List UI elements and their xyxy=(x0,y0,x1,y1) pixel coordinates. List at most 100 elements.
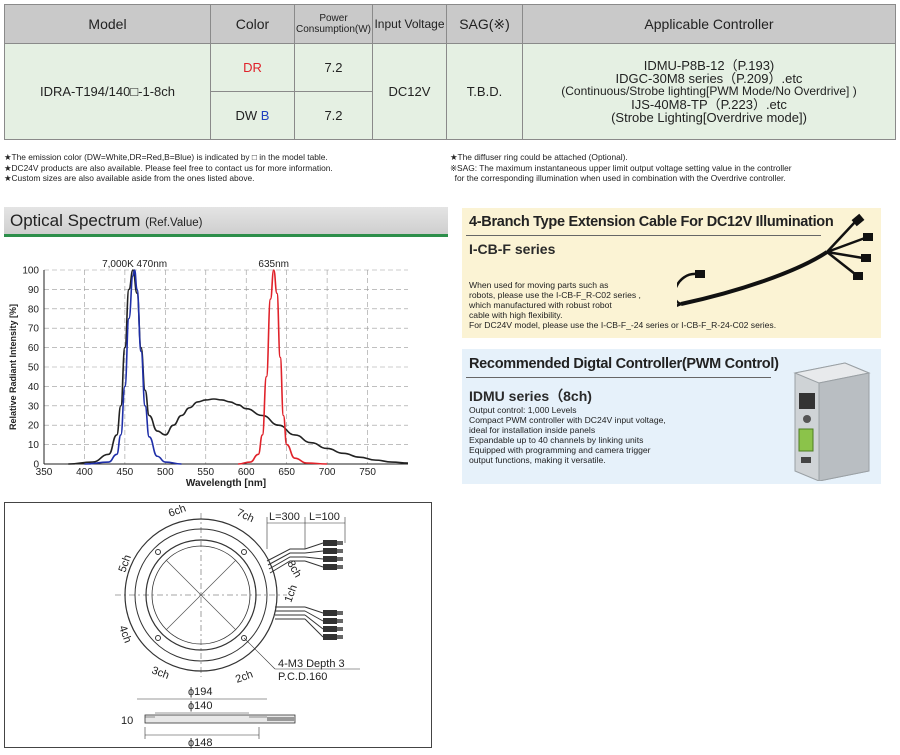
cable-panel: 4-Branch Type Extension Cable For DC12V … xyxy=(462,208,881,338)
notes-left: ★The emission color (DW=White,DR=Red,B=B… xyxy=(4,152,449,184)
cell-input-voltage: DC12V xyxy=(372,43,447,140)
label-ch3: 3ch xyxy=(150,665,171,682)
section-subtitle: (Ref.Value) xyxy=(145,217,203,229)
body-line: ideal for installation inside panels xyxy=(469,425,596,435)
y-tick-label: 90 xyxy=(28,285,40,296)
table-row: IDRA-T194/140□-1-8ch DR 7.2 DC12V T.B.D.… xyxy=(4,43,896,140)
label-ch1: 1ch xyxy=(283,583,300,604)
note-line: ★The diffuser ring could be attached (Op… xyxy=(450,152,628,162)
x-tick-label: 400 xyxy=(76,467,93,478)
y-tick-label: 70 xyxy=(28,324,40,335)
label-ch6: 6ch xyxy=(167,503,188,520)
label-ch5: 5ch xyxy=(117,553,134,574)
cable-bundle-bottom xyxy=(275,606,324,638)
cable-panel-subtitle: I-CB-F series xyxy=(469,241,556,257)
cable-panel-body: When used for moving parts such as robot… xyxy=(469,280,776,330)
peak-annotation: 7,000K 470nm xyxy=(102,259,167,270)
controller-panel: Recommended Digtal Controller(PWM Contro… xyxy=(462,349,881,484)
header-power: Power Consumption(W) xyxy=(294,4,373,44)
x-tick-label: 600 xyxy=(238,467,255,478)
label-ch4: 4ch xyxy=(116,624,133,645)
label-ch7: 7ch xyxy=(235,507,256,525)
label-d194: ϕ194 xyxy=(188,686,213,698)
cell-sag: T.B.D. xyxy=(446,43,523,140)
panel-title-rule xyxy=(466,377,771,378)
body-line: Equipped with programming and camera tri… xyxy=(469,445,651,455)
y-tick-label: 20 xyxy=(28,421,40,432)
connector-group-top xyxy=(323,540,343,570)
body-line: cable with high flexibility. xyxy=(469,310,563,320)
controller-panel-subtitle: IDMU series（8ch) xyxy=(469,388,592,404)
header-color: Color xyxy=(210,4,295,44)
cell-color: DW B xyxy=(210,91,295,140)
y-tick-label: 100 xyxy=(22,266,39,277)
section-title: Optical Spectrum xyxy=(10,211,141,230)
body-line: Output control: 1,000 Levels xyxy=(469,405,577,415)
controller-panel-title: Recommended Digtal Controller(PWM Contro… xyxy=(469,356,779,372)
label-ch2: 2ch xyxy=(234,668,255,685)
label-t10: 10 xyxy=(121,715,133,727)
body-line: output functions, making it versatile. xyxy=(469,455,606,465)
body-line: For DC24V model, please use the I-CB-F_-… xyxy=(469,320,777,330)
x-tick-label: 550 xyxy=(197,467,214,478)
body-line: which manufactured with robust robot xyxy=(469,300,612,310)
cell-power: 7.2 xyxy=(294,91,373,140)
label-pcd: P.C.D.160 xyxy=(278,671,327,683)
y-tick-label: 50 xyxy=(28,363,40,374)
dimension-drawing: 6ch 7ch 8ch 1ch 2ch 3ch 4ch 5ch L=300 L=… xyxy=(4,502,432,749)
body-line: When used for moving parts such as xyxy=(469,280,609,290)
body-line: Expandable up to 40 channels by linking … xyxy=(469,435,644,445)
label-hole: 4-M3 Depth 3 xyxy=(278,658,345,670)
label-l100: L=100 xyxy=(309,511,340,523)
mount-hole xyxy=(155,549,161,555)
controller-panel-body: Output control: 1,000 Levels Compact PWM… xyxy=(469,405,666,465)
label-d148: ϕ148 xyxy=(188,737,213,749)
note-line: ★Custom sizes are also available aside f… xyxy=(4,173,255,183)
y-tick-label: 30 xyxy=(28,401,40,412)
mount-hole xyxy=(155,635,161,641)
controller-line: (Strobe Lighting[Overdrive mode]) xyxy=(611,110,807,125)
notes-right: ★The diffuser ring could be attached (Op… xyxy=(450,152,898,184)
section-title-wrap: Optical Spectrum (Ref.Value) xyxy=(10,211,202,231)
label-d140: ϕ140 xyxy=(188,700,213,712)
cell-color: DR xyxy=(210,43,295,92)
x-tick-label: 450 xyxy=(117,467,134,478)
header-power-line1: Power xyxy=(319,13,348,24)
cell-controller: IDMU-P8B-12（P.193) IDGC-30M8 series（P.20… xyxy=(522,43,896,140)
y-tick-label: 40 xyxy=(28,382,40,393)
y-tick-label: 80 xyxy=(28,304,40,315)
spec-table: Model Color Power Consumption(W) Input V… xyxy=(4,4,896,140)
spectrum-chart: 0102030405060708090100350 400 450 500 550 600… xyxy=(8,259,409,489)
header-power-line2: Consumption(W) xyxy=(295,24,372,35)
note-line: ★The emission color (DW=White,DR=Red,B=B… xyxy=(4,152,328,162)
peak-annotation: 635nm xyxy=(258,259,289,270)
header-model: Model xyxy=(4,4,211,44)
mount-hole xyxy=(241,549,247,555)
color-prefix: DW xyxy=(235,108,261,123)
body-line: robots, please use the I-CB-F_R-C02 seri… xyxy=(469,290,641,300)
x-tick-label: 500 xyxy=(157,467,174,478)
header-controller: Applicable Controller xyxy=(522,4,896,44)
y-tick-label: 10 xyxy=(28,440,40,451)
controller-unit-image xyxy=(793,362,871,481)
note-line: ※SAG: The maximum instantaneous upper li… xyxy=(450,162,792,173)
section-header: Optical Spectrum (Ref.Value) xyxy=(4,207,448,237)
label-ch8: 8ch xyxy=(284,559,303,580)
connector-group-bottom xyxy=(323,610,343,640)
body-line: Compact PWM controller with DC24V input … xyxy=(469,415,666,425)
x-tick-label: 650 xyxy=(278,467,295,478)
color-code: DR xyxy=(243,60,262,75)
x-tick-label: 700 xyxy=(319,467,336,478)
cell-model: IDRA-T194/140□-1-8ch xyxy=(4,43,211,140)
note-line: for the corresponding illumination when … xyxy=(450,173,786,183)
note-line: ★DC24V products are also available. Plea… xyxy=(4,162,333,173)
header-input-voltage: Input Voltage xyxy=(372,4,447,44)
color-code: B xyxy=(260,108,270,123)
side-view-cable xyxy=(267,717,295,721)
drawing-svg: 6ch 7ch 8ch 1ch 2ch 3ch 4ch 5ch L=300 L=… xyxy=(115,503,360,749)
x-tick-label: 750 xyxy=(359,467,376,478)
label-l300: L=300 xyxy=(269,511,300,523)
y-tick-label: 60 xyxy=(28,343,40,354)
x-axis-label: Wavelength [nm] xyxy=(186,478,266,489)
x-tick-label: 350 xyxy=(36,467,53,478)
